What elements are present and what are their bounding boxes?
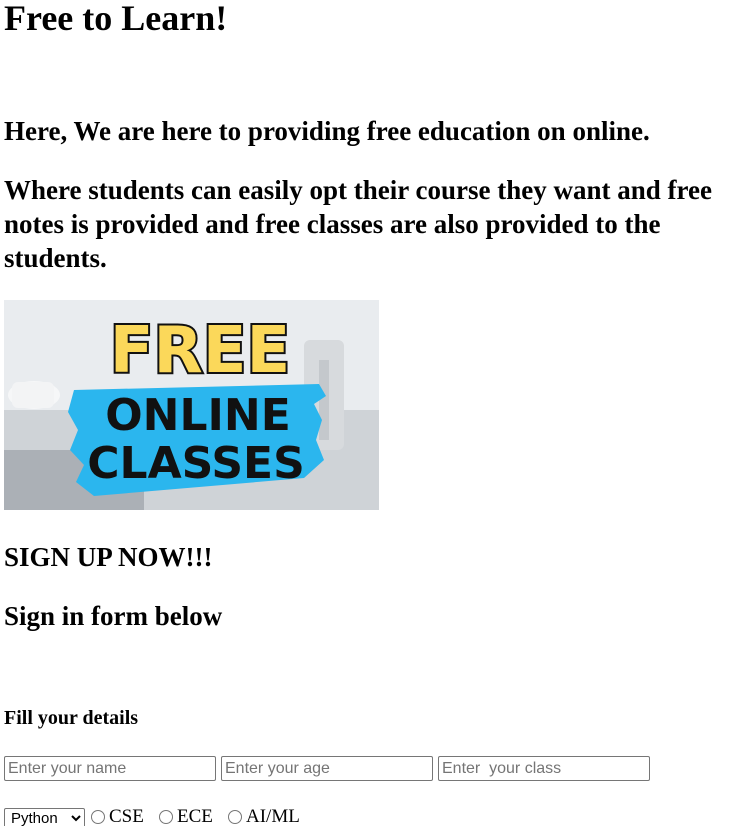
- radio-cse-label: CSE: [109, 806, 144, 826]
- course-select[interactable]: Python: [4, 808, 85, 826]
- radio-ece-input[interactable]: [159, 810, 173, 824]
- class-input[interactable]: [438, 756, 650, 781]
- radio-aiml[interactable]: AI/ML: [228, 806, 300, 826]
- free-online-classes-banner: FREE ONLINE CLASSES: [4, 300, 379, 510]
- radio-cse[interactable]: CSE: [91, 806, 144, 826]
- signin-heading: Sign in form below: [4, 601, 223, 631]
- page-title: Free to Learn!: [4, 0, 228, 38]
- form-title: Fill your details: [4, 707, 139, 729]
- banner-text-online: ONLINE: [105, 390, 291, 441]
- banner-text-classes: CLASSES: [87, 438, 305, 489]
- radio-ece[interactable]: ECE: [159, 806, 213, 826]
- banner-graphic: FREE ONLINE CLASSES: [4, 300, 379, 510]
- radio-cse-input[interactable]: [91, 810, 105, 824]
- radio-aiml-input[interactable]: [228, 810, 242, 824]
- intro-text: Here, We are here to providing free educ…: [4, 116, 650, 146]
- radio-aiml-label: AI/ML: [246, 806, 300, 826]
- signup-heading: SIGN UP NOW!!!: [4, 542, 213, 572]
- description-text: Where students can easily opt their cour…: [4, 175, 712, 273]
- banner-text-free: FREE: [110, 314, 290, 388]
- name-input[interactable]: [4, 756, 216, 781]
- age-input[interactable]: [221, 756, 433, 781]
- radio-ece-label: ECE: [177, 806, 213, 826]
